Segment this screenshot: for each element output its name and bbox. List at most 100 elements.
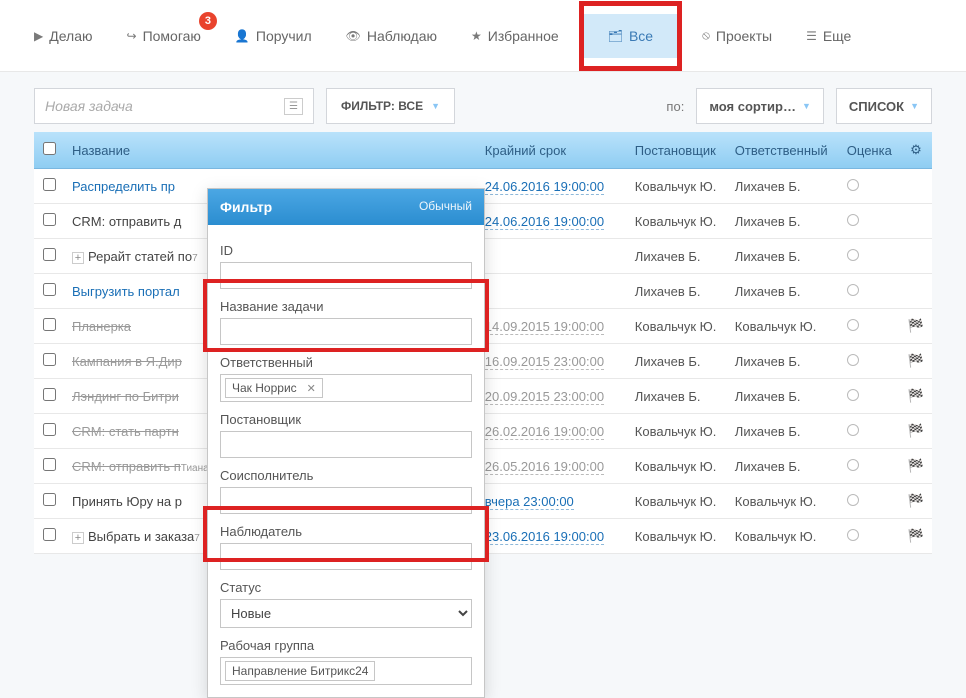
row-deadline-cell: [477, 274, 627, 309]
task-link[interactable]: Выбрать и заказа: [88, 529, 194, 544]
task-link[interactable]: Планерка: [72, 319, 131, 334]
sort-button[interactable]: моя сортир… ▼: [696, 88, 824, 124]
deadline-link[interactable]: 26.05.2016 19:00:00: [485, 459, 604, 475]
expand-icon[interactable]: +: [72, 532, 84, 544]
task-link[interactable]: Лэндинг по Битри: [72, 389, 179, 404]
row-setter-cell: Ковальчук Ю.: [627, 414, 727, 449]
select-all-checkbox[interactable]: [43, 142, 56, 155]
row-checkbox[interactable]: [43, 318, 56, 331]
task-link[interactable]: Выгрузить портал: [72, 284, 180, 299]
row-checkbox[interactable]: [43, 248, 56, 261]
task-link[interactable]: Распределить пр: [72, 179, 175, 194]
grade-circle-icon[interactable]: [847, 319, 859, 331]
row-checkbox[interactable]: [43, 388, 56, 401]
row-deadline-cell: 23.06.2016 19:00:00: [477, 519, 627, 554]
form-icon[interactable]: ☰: [284, 98, 303, 115]
new-task-input[interactable]: Новая задача ☰: [34, 88, 314, 124]
input-setter[interactable]: [220, 431, 472, 458]
col-grade[interactable]: Оценка: [839, 132, 900, 169]
input-accomplice[interactable]: [220, 487, 472, 514]
row-deadline-cell: 20.09.2015 23:00:00: [477, 379, 627, 414]
grade-circle-icon[interactable]: [847, 459, 859, 471]
select-status[interactable]: Новые: [220, 599, 472, 628]
row-flag-cell: 🏁: [900, 414, 932, 449]
input-responsible[interactable]: Чак Норрис ✕: [220, 374, 472, 402]
tab-label: Избранное: [488, 28, 559, 44]
row-checkbox-cell: [34, 519, 64, 554]
flag-icon: 🏁: [908, 353, 924, 368]
deadline-link[interactable]: 24.06.2016 19:00:00: [485, 179, 604, 195]
row-responsible-cell: Ковальчук Ю.: [727, 484, 839, 519]
view-button[interactable]: СПИСОК ▼: [836, 88, 932, 124]
tab-assigned[interactable]: 👤 Поручил: [221, 18, 326, 54]
tab-helping[interactable]: ↪ Помогаю 3: [113, 18, 215, 54]
task-link[interactable]: CRM: отправить п: [72, 459, 181, 474]
row-checkbox[interactable]: [43, 493, 56, 506]
gear-icon[interactable]: ⚙: [910, 142, 922, 157]
top-tabs: ▶ Делаю ↪ Помогаю 3 👤 Поручил 👁 Наблюдаю…: [0, 0, 966, 72]
row-checkbox[interactable]: [43, 178, 56, 191]
table-header-row: Название Крайний срок Постановщик Ответс…: [34, 132, 932, 169]
row-responsible-cell: Лихачев Б.: [727, 449, 839, 484]
filter-button[interactable]: ФИЛЬТР: ВСЕ ▼: [326, 88, 455, 124]
table-wrap: Название Крайний срок Постановщик Ответс…: [0, 132, 966, 562]
input-task-name[interactable]: [220, 318, 472, 345]
deadline-link[interactable]: 26.02.2016 19:00:00: [485, 424, 604, 440]
tab-more[interactable]: ☰ Еще: [792, 18, 865, 54]
tab-doing[interactable]: ▶ Делаю: [20, 18, 107, 54]
tab-all[interactable]: 🗂 Все: [584, 14, 677, 58]
deadline-link[interactable]: 16.09.2015 23:00:00: [485, 354, 604, 370]
col-name[interactable]: Название: [64, 132, 477, 169]
tab-watching[interactable]: 👁 Наблюдаю: [332, 18, 451, 54]
row-checkbox[interactable]: [43, 283, 56, 296]
row-checkbox[interactable]: [43, 458, 56, 471]
field-task-name: Название задачи: [220, 299, 472, 345]
grade-circle-icon[interactable]: [847, 249, 859, 261]
deadline-link[interactable]: вчера 23:00:00: [485, 494, 574, 510]
filter-popup-header: Фильтр Обычный: [208, 189, 484, 225]
input-id[interactable]: [220, 262, 472, 289]
label-group: Рабочая группа: [220, 638, 472, 653]
row-checkbox[interactable]: [43, 353, 56, 366]
deadline-link[interactable]: 14.09.2015 19:00:00: [485, 319, 604, 335]
task-link[interactable]: CRM: стать партн: [72, 424, 179, 439]
task-link[interactable]: Кампания в Я.Дир: [72, 354, 182, 369]
row-setter-cell: Ковальчук Ю.: [627, 169, 727, 204]
col-checkbox[interactable]: [34, 132, 64, 169]
filter-mode-toggle[interactable]: Обычный: [419, 199, 472, 215]
row-checkbox[interactable]: [43, 213, 56, 226]
label-status: Статус: [220, 580, 472, 595]
row-flag-cell: 🏁: [900, 344, 932, 379]
col-responsible[interactable]: Ответственный: [727, 132, 839, 169]
sort-label: моя сортир…: [709, 99, 796, 114]
tab-projects[interactable]: ⦸ Проекты: [688, 18, 786, 54]
grade-circle-icon[interactable]: [847, 214, 859, 226]
grade-circle-icon[interactable]: [847, 529, 859, 541]
row-checkbox[interactable]: [43, 423, 56, 436]
tab-favorites[interactable]: ★ Избранное: [457, 18, 573, 54]
chip-text: Направление Битрикс24: [232, 664, 368, 678]
filter-popup-body: ID Название задачи Ответственный Чак Нор…: [208, 225, 484, 697]
grade-circle-icon[interactable]: [847, 284, 859, 296]
grade-circle-icon[interactable]: [847, 424, 859, 436]
input-observer[interactable]: [220, 543, 472, 570]
row-grade-cell: [839, 484, 900, 519]
col-setter[interactable]: Постановщик: [627, 132, 727, 169]
chip-remove-icon[interactable]: ✕: [307, 382, 316, 395]
task-link[interactable]: CRM: отправить д: [72, 214, 181, 229]
deadline-link[interactable]: 24.06.2016 19:00:00: [485, 214, 604, 230]
sub-count: 7: [192, 253, 198, 264]
col-deadline[interactable]: Крайний срок: [477, 132, 627, 169]
deadline-link[interactable]: 23.06.2016 19:00:00: [485, 529, 604, 545]
grade-circle-icon[interactable]: [847, 389, 859, 401]
col-settings[interactable]: ⚙: [900, 132, 932, 169]
grade-circle-icon[interactable]: [847, 179, 859, 191]
grade-circle-icon[interactable]: [847, 354, 859, 366]
expand-icon[interactable]: +: [72, 252, 84, 264]
deadline-link[interactable]: 20.09.2015 23:00:00: [485, 389, 604, 405]
grade-circle-icon[interactable]: [847, 494, 859, 506]
row-checkbox[interactable]: [43, 528, 56, 541]
input-group[interactable]: Направление Битрикс24: [220, 657, 472, 685]
task-link[interactable]: Принять Юру на р: [72, 494, 182, 509]
task-link[interactable]: Рерайт статей по: [88, 249, 192, 264]
